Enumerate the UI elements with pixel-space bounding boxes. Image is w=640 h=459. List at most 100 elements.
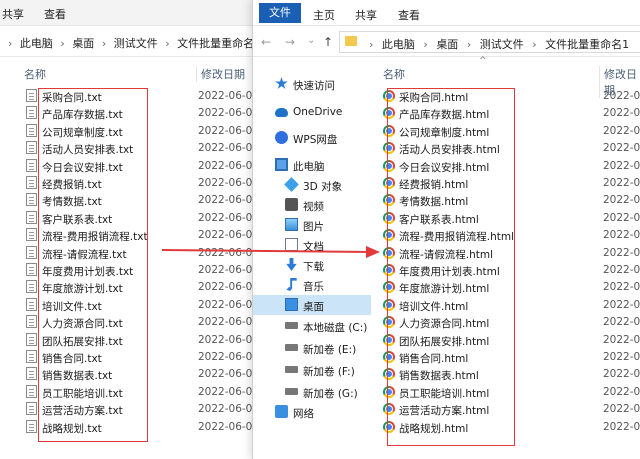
table-row[interactable]: 活动人员安排表.txt 2022-06-06 (0, 140, 262, 157)
table-row[interactable]: 培训文件.txt 2022-06-06 (0, 297, 262, 314)
table-row[interactable]: 年度费用计划表.html 2022-06-06 (373, 262, 640, 279)
sidebar-item[interactable]: 3D 对象 (253, 175, 371, 195)
table-row[interactable]: 流程-费用报销流程.txt 2022-06-06 (0, 227, 262, 244)
file-name: 年度旅游计划.html (399, 283, 490, 296)
table-row[interactable]: 流程-请假流程.txt 2022-06-06 (0, 245, 262, 262)
table-row[interactable]: 团队拓展安排.html 2022-06-06 (373, 332, 640, 349)
sidebar-item[interactable]: 下载 (253, 255, 371, 275)
right-address-box[interactable]: › 此电脑 › 桌面 › 测试文件 › 文件批量重命名1 (339, 31, 640, 53)
sidebar-item[interactable]: 快速访问 (253, 74, 371, 94)
right-crumb-desktop[interactable]: 桌面 (436, 38, 458, 51)
table-row[interactable]: 人力资源合同.html 2022-06-06 (373, 314, 640, 331)
file-name: 培训文件.html (399, 300, 469, 313)
table-row[interactable]: 年度旅游计划.html 2022-06-06 (373, 279, 640, 296)
table-row[interactable]: 经费报销.html 2022-06-06 (373, 175, 640, 192)
table-row[interactable]: 今日会议安排.txt 2022-06-06 (0, 158, 262, 175)
table-row[interactable]: 培训文件.html 2022-06-06 (373, 297, 640, 314)
left-crumb-test[interactable]: 测试文件 (114, 37, 158, 50)
up-arrow-icon[interactable]: ↑ (323, 35, 333, 49)
file-date: 2022-06-06 (603, 333, 640, 346)
file-date: 2022-06-06 (603, 211, 640, 224)
right-crumb-rename1[interactable]: 文件批量重命名1 (545, 38, 629, 51)
table-row[interactable]: 经费报销.txt 2022-06-06 (0, 175, 262, 192)
file-date: 2022-06-06 (603, 107, 640, 120)
sidebar-item[interactable]: 新加卷 (E:) (253, 338, 371, 358)
table-row[interactable]: 活动人员安排表.html 2022-06-06 (373, 140, 640, 157)
table-row[interactable]: 销售数据表.html 2022-06-06 (373, 366, 640, 383)
left-tab-share[interactable]: 共享 (2, 6, 24, 22)
right-col-name[interactable]: 名称 (383, 66, 405, 82)
table-row[interactable]: 采购合同.html 2022-06-06 (373, 88, 640, 105)
file-name: 运营活动方案.txt (42, 405, 123, 418)
left-col-date[interactable]: 修改日期 (196, 66, 245, 82)
sidebar-item[interactable]: 本地磁盘 (C:) (253, 316, 371, 336)
sidebar-item[interactable]: 此电脑 (253, 155, 371, 175)
sidebar-item[interactable]: 视频 (253, 195, 371, 215)
table-row[interactable]: 产品库存数据.txt 2022-06-06 (0, 105, 262, 122)
sidebar-item[interactable]: 新加卷 (G:) (253, 382, 371, 402)
table-row[interactable]: 客户联系表.html 2022-06-06 (373, 210, 640, 227)
forward-arrow-icon[interactable]: → (285, 35, 295, 49)
table-row[interactable]: 年度旅游计划.txt 2022-06-06 (0, 279, 262, 296)
table-row[interactable]: 销售数据表.txt 2022-06-06 (0, 366, 262, 383)
sidebar-item[interactable]: 音乐 (253, 275, 371, 295)
table-row[interactable]: 产品库存数据.html 2022-06-06 (373, 105, 640, 122)
table-row[interactable]: 今日会议安排.html 2022-06-06 (373, 158, 640, 175)
chevron-down-icon[interactable]: ⌄ (307, 35, 315, 46)
computer-icon (275, 158, 288, 171)
table-row[interactable]: 运营活动方案.html 2022-06-06 (373, 401, 640, 418)
table-row[interactable]: 员工职能培训.txt 2022-06-06 (0, 384, 262, 401)
left-crumb-desktop[interactable]: 桌面 (72, 37, 94, 50)
table-row[interactable]: 销售合同.html 2022-06-06 (373, 349, 640, 366)
sidebar-item-label: 新加卷 (E:) (303, 344, 357, 356)
table-row[interactable]: 年度费用计划表.txt 2022-06-06 (0, 262, 262, 279)
back-arrow-icon[interactable]: ← (261, 35, 271, 49)
file-date: 2022-06-06 (198, 159, 260, 172)
table-row[interactable]: 流程-请假流程.html 2022-06-06 (373, 245, 640, 262)
sidebar-item[interactable]: OneDrive (253, 102, 371, 122)
file-date: 2022-06-06 (603, 351, 640, 363)
table-row[interactable]: 考情数据.html 2022-06-06 (373, 192, 640, 209)
file-name: 战略规划.html (399, 422, 469, 435)
table-row[interactable]: 运营活动方案.txt 2022-06-06 (0, 401, 262, 418)
tab-view[interactable]: 查看 (398, 7, 420, 23)
sidebar-item[interactable]: WPS网盘 (253, 128, 371, 148)
file-name: 年度费用计划表.html (399, 266, 500, 278)
sidebar-item[interactable]: 图片 (253, 215, 371, 235)
left-col-name[interactable]: 名称 (24, 66, 46, 82)
left-crumb-pc[interactable]: 此电脑 (20, 37, 53, 50)
table-row[interactable]: 公司规章制度.html 2022-06-06 (373, 123, 640, 140)
table-row[interactable]: 客户联系表.txt 2022-06-06 (0, 210, 262, 227)
tab-share[interactable]: 共享 (355, 7, 377, 23)
sidebar-item[interactable]: 网络 (253, 402, 371, 422)
table-row[interactable]: 销售合同.txt 2022-06-06 (0, 349, 262, 366)
left-crumb-rename[interactable]: 文件批量重命名 (177, 37, 254, 50)
table-row[interactable]: 战略规划.html 2022-06-06 (373, 419, 640, 436)
file-date: 2022-06-06 (603, 177, 640, 189)
chevron-right-icon: › (369, 38, 374, 51)
right-crumb-pc[interactable]: 此电脑 (382, 38, 415, 51)
sidebar-item-label: 3D 对象 (303, 181, 343, 193)
table-row[interactable]: 团队拓展安排.txt 2022-06-06 (0, 332, 262, 349)
music-icon (286, 278, 297, 291)
right-crumb-test[interactable]: 测试文件 (480, 38, 524, 51)
tab-home[interactable]: 主页 (313, 7, 335, 23)
table-row[interactable]: 采购合同.txt 2022-06-06 (0, 88, 262, 105)
left-tab-view[interactable]: 查看 (44, 6, 66, 22)
sidebar-item[interactable]: 新加卷 (F:) (253, 360, 371, 380)
file-name: 战略规划.txt (42, 422, 102, 435)
table-row[interactable]: 考情数据.txt 2022-06-06 (0, 192, 262, 209)
left-address-bar[interactable]: › 此电脑 › 桌面 › 测试文件 › 文件批量重命名 (0, 27, 262, 57)
table-row[interactable]: 流程-费用报销流程.html 2022-06-06 (373, 227, 640, 244)
tab-file[interactable]: 文件 (259, 3, 301, 23)
table-row[interactable]: 人力资源合同.txt 2022-06-06 (0, 314, 262, 331)
sidebar-item-label: 视频 (303, 201, 324, 213)
text-file-icon (26, 263, 37, 276)
table-row[interactable]: 战略规划.txt 2022-06-06 (0, 419, 262, 436)
text-file-icon (26, 315, 37, 329)
table-row[interactable]: 公司规章制度.txt 2022-06-06 (0, 123, 262, 140)
sidebar-item[interactable]: 文档 (253, 235, 371, 255)
file-name: 团队拓展安排.txt (42, 335, 123, 348)
table-row[interactable]: 员工职能培训.html 2022-06-06 (373, 384, 640, 401)
sidebar-item[interactable]: 桌面 (253, 295, 371, 315)
